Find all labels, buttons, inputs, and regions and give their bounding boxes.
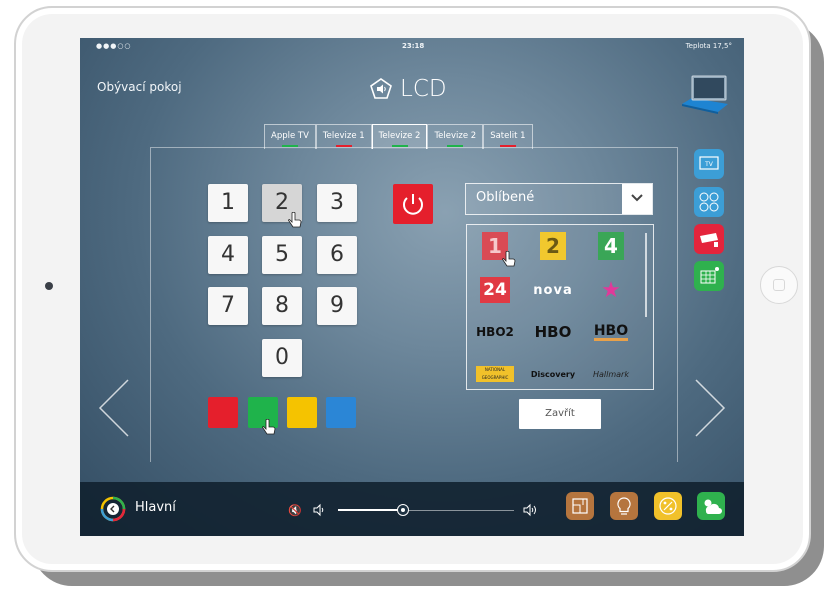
percent-button[interactable] (654, 492, 682, 520)
key-5[interactable]: 5 (262, 236, 302, 274)
tab-label: Televize 1 (322, 131, 365, 141)
solar-panel-icon (700, 267, 719, 284)
key-8[interactable]: 8 (262, 287, 302, 325)
home-menu-icon[interactable] (100, 496, 126, 522)
channel-hbo[interactable]: HBO (531, 317, 575, 347)
channel-nova[interactable]: nova (531, 275, 575, 305)
hand-cursor-icon (288, 212, 302, 228)
dropdown-button[interactable] (622, 184, 652, 214)
red-button[interactable] (208, 397, 238, 428)
power-icon (403, 194, 423, 215)
next-arrow-icon[interactable] (694, 378, 726, 438)
favorites-select-label: Oblíbené (476, 190, 535, 205)
channel-hbo2[interactable]: HBO2 (473, 317, 517, 347)
home-label[interactable]: Hlavní (135, 500, 176, 515)
mute-icon[interactable]: 🔇 (288, 504, 302, 517)
volume-down-icon[interactable] (312, 503, 326, 517)
device-title: LCD (370, 74, 447, 104)
key-1[interactable]: 1 (208, 184, 248, 222)
favorites-select[interactable]: Oblíbené (465, 183, 653, 215)
percent-icon (659, 497, 677, 515)
channel-ct-sport[interactable]: 4 (589, 231, 633, 261)
key-0[interactable]: 0 (262, 339, 302, 377)
source-tabs: Apple TV Televize 1 Televize 2 Televize … (264, 124, 533, 149)
key-4[interactable]: 4 (208, 236, 248, 274)
tv-icon: TV (699, 156, 719, 170)
camera-grid-icon (699, 192, 719, 212)
tab-televize-2-active[interactable]: Televize 2 (371, 124, 428, 149)
side-solar-button[interactable] (694, 261, 724, 291)
hand-cursor-icon (262, 419, 276, 435)
bottom-bar: Hlavní 🔇 (80, 482, 744, 536)
status-time: 23:18 (402, 42, 425, 50)
hand-cursor-icon (502, 251, 516, 267)
yellow-button[interactable] (287, 397, 317, 428)
key-7[interactable]: 7 (208, 287, 248, 325)
tab-label: Apple TV (271, 131, 309, 141)
tab-apple-tv[interactable]: Apple TV (264, 124, 316, 149)
power-button[interactable] (393, 184, 433, 224)
room-name: Obývací pokoj (97, 80, 182, 94)
signal-indicator: ●●●○○ (96, 42, 132, 50)
chevron-down-icon (631, 194, 643, 202)
lcd-device-icon (682, 75, 728, 114)
channel-scrollbar[interactable] (645, 233, 647, 317)
side-cameras-button[interactable] (694, 187, 724, 217)
close-button[interactable]: Zavřít (519, 399, 601, 429)
key-9[interactable]: 9 (317, 287, 357, 325)
status-temperature: Teplota 17,5° (685, 42, 732, 50)
bulb-icon (617, 497, 631, 515)
device-name: LCD (400, 76, 447, 102)
key-6[interactable]: 6 (317, 236, 357, 274)
volume-up-icon[interactable] (522, 503, 538, 517)
channel-ct24[interactable]: 24 (473, 275, 517, 305)
tab-label: Televize 2 (378, 131, 421, 141)
channel-prima-cool[interactable]: ★ (589, 275, 633, 305)
blue-button[interactable] (326, 397, 356, 428)
channel-discovery[interactable]: Discovery (531, 359, 575, 389)
channel-national-geographic[interactable]: NATIONAL GEOGRAPHIC (473, 359, 517, 389)
prev-arrow-icon[interactable] (98, 378, 130, 438)
home-button[interactable] (760, 266, 798, 304)
channel-hallmark[interactable]: Hallmark (589, 359, 633, 389)
volume-slider-knob[interactable] (397, 504, 410, 516)
side-tv-button[interactable]: TV (694, 149, 724, 179)
channel-grid: 1 2 4 24 nova ★ HBO2 HBO HBO NATIONAL GE… (466, 224, 654, 390)
status-bar: ●●●○○ 23:18 Teplota 17,5° (80, 38, 744, 54)
map-button[interactable] (566, 492, 594, 520)
key-3[interactable]: 3 (317, 184, 357, 222)
app-screen: ●●●○○ 23:18 Teplota 17,5° Obývací pokoj … (80, 38, 744, 536)
front-camera (45, 282, 53, 290)
channel-hbo-comedy[interactable]: HBO (589, 317, 633, 347)
speaker-icon (370, 78, 392, 99)
tab-label: Satelit 1 (490, 131, 526, 141)
weather-button[interactable] (697, 492, 725, 520)
side-camera-button[interactable] (694, 224, 724, 254)
tab-label: Televize 2 (434, 131, 477, 141)
light-button[interactable] (610, 492, 638, 520)
tab-satelit-1[interactable]: Satelit 1 (483, 124, 533, 149)
channel-ct2[interactable]: 2 (531, 231, 575, 261)
tab-televize-2[interactable]: Televize 2 (427, 124, 484, 149)
map-icon (572, 498, 588, 514)
volume-slider-fill (338, 509, 404, 511)
svg-text:TV: TV (704, 161, 714, 168)
camera-icon (700, 233, 718, 247)
weather-icon (704, 499, 722, 514)
tab-televize-1[interactable]: Televize 1 (315, 124, 372, 149)
